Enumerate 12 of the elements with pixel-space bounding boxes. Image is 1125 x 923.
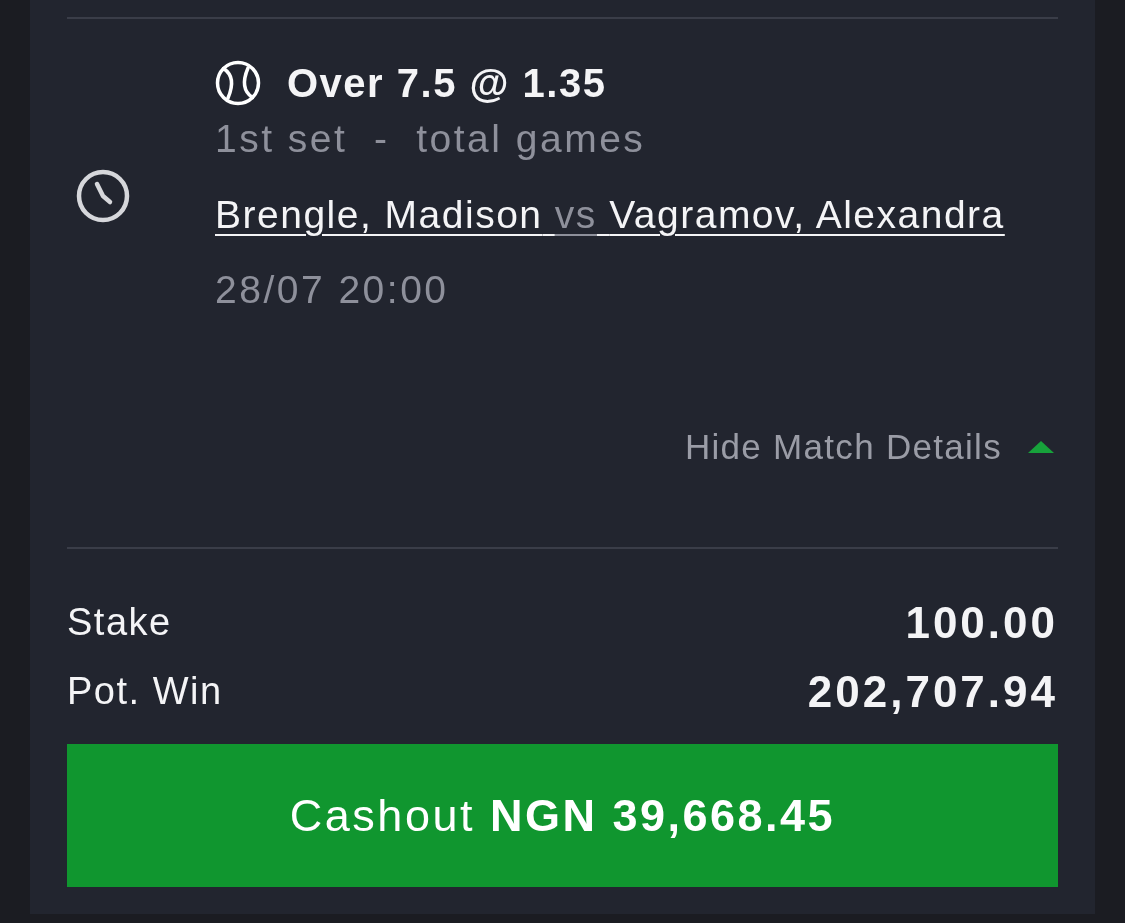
summary-label: Stake <box>67 600 172 645</box>
tennis-ball-icon <box>215 60 261 106</box>
match-link[interactable]: Brengle, Madison vs Vagramov, Alexandra <box>215 187 1005 243</box>
summary-label: Pot. Win <box>67 669 223 714</box>
hide-details-toggle[interactable]: Hide Match Details <box>684 419 1054 475</box>
selection-title: Over 7.5 @ 1.35 <box>287 60 607 107</box>
cashout-button[interactable]: Cashout NGN 39,668.45 <box>67 744 1058 887</box>
market-label: 1st set - total games <box>215 116 646 162</box>
match-date: 28/07 20:00 <box>215 267 449 313</box>
summary-value: 100.00 <box>905 596 1058 649</box>
clock-icon <box>76 169 130 223</box>
summary-value: 202,707.94 <box>807 665 1058 718</box>
